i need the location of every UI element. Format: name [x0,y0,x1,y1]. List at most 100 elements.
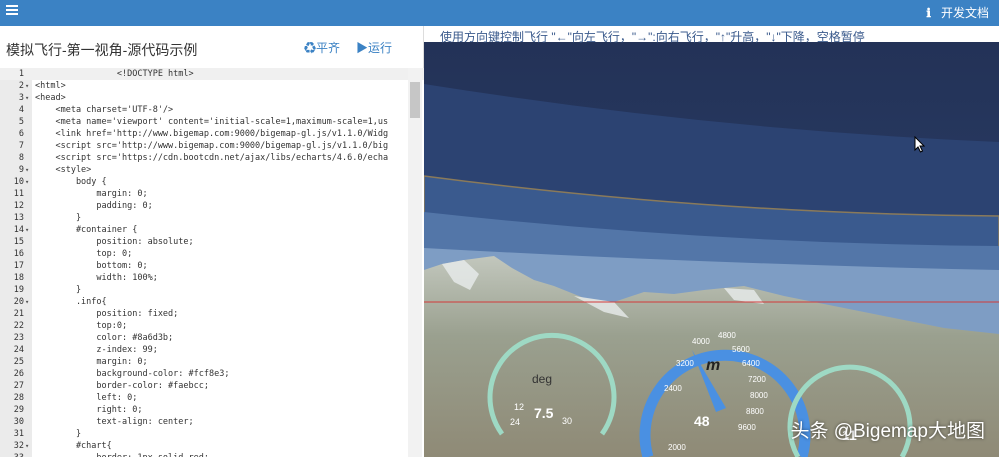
code-text: border-color: #faebcc; [35,381,209,391]
code-line[interactable]: 18 width: 100%; [0,272,424,284]
code-editor[interactable]: 1 <!DOCTYPE html> 2 ▾ <html> 3 ▾ <head> 4 <meta… [0,68,424,457]
flight-scene[interactable]: deg 7.5 12 24 30 m 48 2400 3200 4000 480… [424,42,999,457]
left-gauge-tick: 30 [562,416,572,426]
left-gauge-unit: deg [532,372,552,386]
code-line[interactable]: 3 ▾ <head> [0,92,424,104]
code-line[interactable]: 23 color: #8a6d3b; [0,332,424,344]
code-text: border: 1px solid red; [35,452,209,457]
line-number: 26 [13,369,24,379]
code-line[interactable]: 27 border-color: #faebcc; [0,380,424,392]
code-text: <meta name='viewport' content='initial-s… [35,117,389,127]
left-gauge-value: 7.5 [534,405,554,421]
docs-link[interactable]: ℹ 开发文档 [926,4,989,21]
fold-toggle-icon[interactable]: ▾ [25,440,29,452]
map-view[interactable]: 使用方向键控制飞行 "←"向左飞行，"→":向右飞行，"↑"升高，"↓"下降，空… [424,26,999,457]
line-number: 10 [13,177,24,187]
code-text: #chart{ [35,441,112,451]
code-line[interactable]: 9 ▾ <style> [0,164,424,176]
code-line[interactable]: 24 z-index: 99; [0,344,424,356]
line-number: 19 [13,285,24,295]
center-gauge-tick: 8000 [750,391,768,400]
code-text: <!DOCTYPE html> [35,69,194,79]
code-text: <script src='https://cdn.bootcdn.net/aja… [35,153,389,163]
code-line[interactable]: 29 right: 0; [0,404,424,416]
code-line[interactable]: 19 } [0,284,424,296]
code-line[interactable]: 7 <script src='http://www.bigemap.com:90… [0,140,424,152]
code-line[interactable]: 12 padding: 0; [0,200,424,212]
center-gauge-tick: 2000 [668,443,686,452]
code-line[interactable]: 22 top:0; [0,320,424,332]
top-bar: ℹ 开发文档 [0,0,999,26]
line-number: 20 [13,297,24,307]
code-text: body { [35,177,107,187]
code-line[interactable]: 13 } [0,212,424,224]
line-number: 2 [18,81,24,91]
code-text: width: 100%; [35,273,158,283]
editor-scrollbar[interactable] [408,68,422,457]
code-line[interactable]: 15 position: absolute; [0,236,424,248]
line-number: 29 [13,405,24,415]
code-text: text-align: center; [35,417,194,427]
reset-button[interactable]: ♻平齐 [304,39,340,56]
line-number: 5 [18,117,24,127]
center-gauge-tick: 4000 [692,337,710,346]
fold-toggle-icon[interactable]: ▾ [25,92,29,104]
run-button[interactable]: ▶运行 [356,39,392,56]
panel-title: 模拟飞行-第一视角-源代码示例 [6,42,198,58]
code-text: } [35,213,82,223]
code-line[interactable]: 17 bottom: 0; [0,260,424,272]
code-line[interactable]: 10 ▾ body { [0,176,424,188]
line-number: 1 [18,69,24,79]
code-text: margin: 0; [35,357,148,367]
code-line[interactable]: 11 margin: 0; [0,188,424,200]
fold-toggle-icon[interactable]: ▾ [25,224,29,236]
code-line[interactable]: 30 text-align: center; [0,416,424,428]
code-line[interactable]: 6 <link href='http://www.bigemap.com:900… [0,128,424,140]
code-text: padding: 0; [35,201,153,211]
code-panel: 模拟飞行-第一视角-源代码示例 ♻平齐 ▶运行 1 <!DOCTYPE html… [0,26,424,457]
line-number: 12 [13,201,24,211]
code-line[interactable]: 1 <!DOCTYPE html> [0,68,424,80]
center-gauge-tick: 6400 [742,359,760,368]
center-gauge-tick: 4800 [718,331,736,340]
code-line[interactable]: 8 <script src='https://cdn.bootcdn.net/a… [0,152,424,164]
line-number: 8 [18,153,24,163]
code-line[interactable]: 4 <meta charset='UTF-8'/> [0,104,424,116]
code-text: top:0; [35,321,128,331]
line-number: 6 [18,129,24,139]
menu-icon[interactable] [6,5,18,15]
code-text: <meta charset='UTF-8'/> [35,105,174,115]
code-line[interactable]: 28 left: 0; [0,392,424,404]
code-line[interactable]: 33 border: 1px solid red; [0,452,424,457]
center-gauge-tick: 2400 [664,384,682,393]
code-text: top: 0; [35,249,133,259]
code-line[interactable]: 16 top: 0; [0,248,424,260]
code-text: } [35,285,82,295]
center-gauge-tick: 3200 [676,359,694,368]
code-line[interactable]: 5 <meta name='viewport' content='initial… [0,116,424,128]
code-line[interactable]: 2 ▾ <html> [0,80,424,92]
code-line[interactable]: 32 ▾ #chart{ [0,440,424,452]
fold-toggle-icon[interactable]: ▾ [25,80,29,92]
fold-toggle-icon[interactable]: ▾ [25,164,29,176]
code-line[interactable]: 31 } [0,428,424,440]
center-gauge-tick: 8800 [746,407,764,416]
code-text: right: 0; [35,405,143,415]
line-number: 27 [13,381,24,391]
line-number: 33 [0,452,24,457]
code-text: <style> [35,165,92,175]
code-line[interactable]: 25 margin: 0; [0,356,424,368]
code-line[interactable]: 26 background-color: #fcf8e3; [0,368,424,380]
fold-toggle-icon[interactable]: ▾ [25,296,29,308]
center-gauge-tick: 9600 [738,423,756,432]
code-line[interactable]: 20 ▾ .info{ [0,296,424,308]
scrollbar-thumb[interactable] [410,82,420,118]
line-number: 28 [13,393,24,403]
fold-toggle-icon[interactable]: ▾ [25,176,29,188]
code-line[interactable]: 21 position: fixed; [0,308,424,320]
info-icon: ℹ [926,6,931,20]
center-gauge-value: 48 [694,413,710,429]
line-number: 22 [13,321,24,331]
code-line[interactable]: 14 ▾ #container { [0,224,424,236]
code-text: position: absolute; [35,237,194,247]
